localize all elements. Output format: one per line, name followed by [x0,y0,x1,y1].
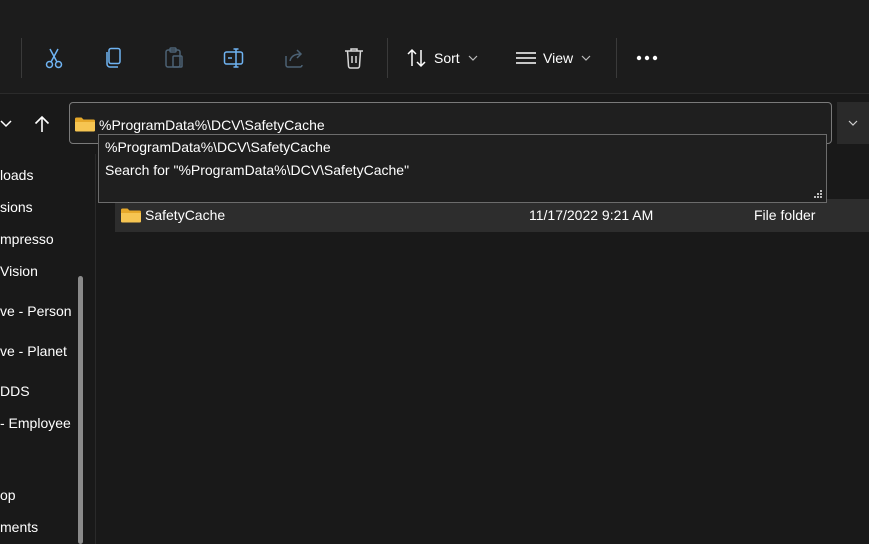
cut-icon [45,48,63,69]
suggestion-item[interactable]: %ProgramData%\DCV\SafetyCache [105,139,331,155]
table-row[interactable]: SafetyCache 11/17/2022 9:21 AM File fold… [115,199,869,232]
up-button[interactable] [30,112,54,136]
sort-icon [407,48,426,68]
sidebar-scrollbar[interactable] [78,276,83,544]
address-dropdown-button[interactable] [837,102,869,144]
share-icon [285,49,303,68]
chevron-down-icon [468,55,478,61]
sort-label: Sort [434,50,460,66]
more-options-button[interactable] [635,42,659,74]
sidebar-item-versions[interactable]: sions [0,199,33,215]
command-bar: Sort View [0,0,869,94]
resize-grip-icon[interactable] [813,189,823,199]
sidebar-item-dds[interactable]: DDS [0,383,30,399]
toolbar-separator [616,38,617,78]
delete-icon [345,48,363,69]
address-suggestions: %ProgramData%\DCV\SafetyCache Search for… [98,134,827,203]
address-input[interactable] [99,115,799,135]
sidebar-item-vision[interactable]: Vision [0,263,38,279]
delete-button[interactable] [342,42,366,74]
view-icon [516,52,536,64]
view-button[interactable]: View [515,42,591,74]
pane-divider[interactable] [95,154,96,544]
file-name: SafetyCache [145,207,226,223]
arrow-up-icon [34,115,50,132]
sort-button[interactable]: Sort [406,42,478,74]
view-label: View [543,50,574,66]
suggestion-search-item[interactable]: Search for "%ProgramData%\DCV\SafetyCach… [105,162,409,178]
file-date: 11/17/2022 9:21 AM [529,207,654,223]
toolbar-separator [21,38,22,78]
toolbar-separator [387,38,388,78]
rename-icon [223,48,244,68]
recent-locations-button[interactable] [0,112,18,136]
sidebar-item-impresso[interactable]: mpresso [0,231,54,247]
folder-icon [121,208,141,223]
more-icon [636,55,658,61]
sidebar-item-onedrive-personal[interactable]: ve - Person [0,303,72,319]
copy-button[interactable] [102,42,126,74]
sidebar-item-documents[interactable]: ments [0,519,38,535]
sidebar-item-onedrive-planet[interactable]: ve - Planet [0,343,67,359]
share-button[interactable] [282,42,306,74]
copy-icon [106,47,121,68]
paste-button[interactable] [162,42,186,74]
folder-icon [75,117,95,132]
rename-button[interactable] [222,42,246,74]
sidebar-item-employee[interactable]: - Employee [0,415,71,431]
sidebar-item-downloads[interactable]: loads [0,167,33,183]
chevron-down-icon [848,120,858,126]
paste-icon [165,47,183,68]
chevron-down-icon [0,120,12,128]
sidebar-item-desktop[interactable]: op [0,487,16,503]
cut-button[interactable] [42,42,66,74]
file-type: File folder [754,207,816,223]
chevron-down-icon [581,55,591,61]
